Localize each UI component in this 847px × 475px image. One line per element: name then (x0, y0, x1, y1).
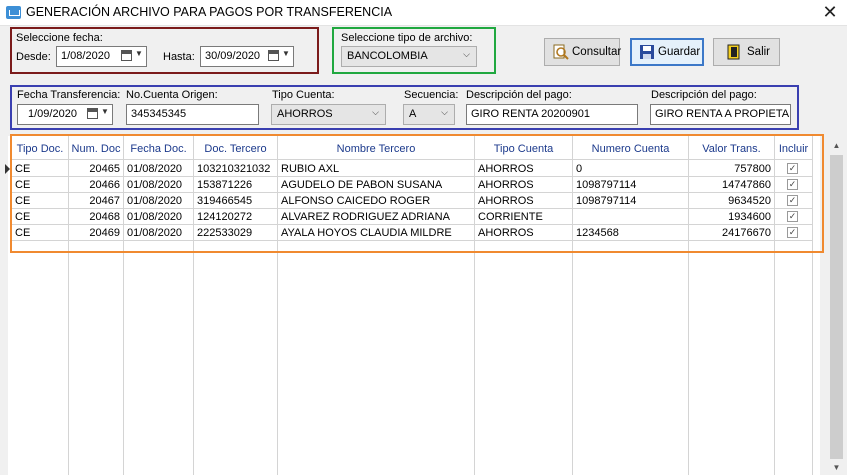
chevron-down-icon: ⌵ (372, 107, 379, 117)
scroll-up-icon[interactable]: ▲ (828, 137, 845, 154)
fecha-transferencia-value: 1/09/2020 (28, 108, 77, 120)
desde-date-picker[interactable]: 1/08/2020 ▼ (56, 46, 147, 67)
consultar-button[interactable]: Consultar (544, 38, 622, 66)
consultar-label: Consultar (572, 46, 622, 58)
exit-door-icon (727, 44, 740, 60)
fecha-transferencia-picker[interactable]: 1/09/2020 ▼ (17, 104, 113, 125)
calendar-icon (268, 50, 279, 61)
calendar-icon (121, 50, 132, 61)
scroll-down-icon[interactable]: ▼ (828, 460, 845, 475)
window-title: GENERACIÓN ARCHIVO PARA PAGOS POR TRANSF… (26, 5, 393, 19)
fecha-group-legend: Seleccione fecha: (16, 32, 103, 44)
app-icon (6, 6, 21, 19)
vertical-scrollbar[interactable]: ▲ ▼ (828, 137, 845, 475)
secuencia-label: Secuencia: (404, 89, 459, 101)
secuencia-value: A (409, 108, 417, 120)
hasta-label: Hasta: (163, 51, 195, 63)
descripcion-pago-2-label: Descripción del pago: (651, 89, 757, 101)
chevron-down-icon: ▼ (101, 107, 109, 116)
grid-highlight (10, 134, 824, 253)
descripcion-pago-input[interactable]: GIRO RENTA 20200901 (466, 104, 638, 125)
hasta-date-value: 30/09/2020 (205, 50, 261, 62)
title-bar: GENERACIÓN ARCHIVO PARA PAGOS POR TRANSF… (0, 0, 847, 26)
guardar-label: Guardar (658, 46, 701, 58)
hasta-date-picker[interactable]: 30/09/2020 ▼ (200, 46, 294, 67)
salir-button[interactable]: Salir (713, 38, 780, 66)
close-button[interactable]: ✕ (813, 0, 847, 26)
fecha-transferencia-label: Fecha Transferencia: (17, 89, 121, 101)
descripcion-pago-label: Descripción del pago: (466, 89, 572, 101)
cuenta-origen-input[interactable]: 345345345 (126, 104, 259, 125)
tipo-archivo-select[interactable]: BANCOLOMBIA ⌵ (341, 46, 477, 67)
descripcion-pago-value: GIRO RENTA 20200901 (471, 108, 591, 120)
descripcion-pago-2-value: GIRO RENTA A PROPIETARI (655, 108, 791, 120)
descripcion-pago-2-input[interactable]: GIRO RENTA A PROPIETARI (650, 104, 791, 125)
search-icon (553, 44, 569, 60)
save-icon (640, 45, 654, 59)
desde-label: Desde: (16, 51, 51, 63)
chevron-down-icon: ▼ (282, 49, 290, 58)
tipo-archivo-legend: Seleccione tipo de archivo: (341, 32, 473, 44)
scrollbar-thumb[interactable] (830, 155, 843, 459)
tipo-cuenta-select[interactable]: AHORROS ⌵ (271, 104, 386, 125)
cuenta-origen-value: 345345345 (131, 108, 187, 120)
tipo-cuenta-label: Tipo Cuenta: (272, 89, 335, 101)
chevron-down-icon: ⌵ (463, 49, 470, 59)
salir-label: Salir (747, 46, 771, 58)
chevron-down-icon: ⌵ (441, 107, 448, 117)
secuencia-select[interactable]: A ⌵ (403, 104, 455, 125)
guardar-button[interactable]: Guardar (630, 38, 704, 66)
desde-date-value: 1/08/2020 (61, 50, 110, 62)
tipo-cuenta-value: AHORROS (277, 108, 333, 120)
cuenta-origen-label: No.Cuenta Origen: (126, 89, 218, 101)
tipo-archivo-value: BANCOLOMBIA (347, 50, 428, 62)
chevron-down-icon: ▼ (135, 49, 143, 58)
calendar-icon (87, 108, 98, 119)
